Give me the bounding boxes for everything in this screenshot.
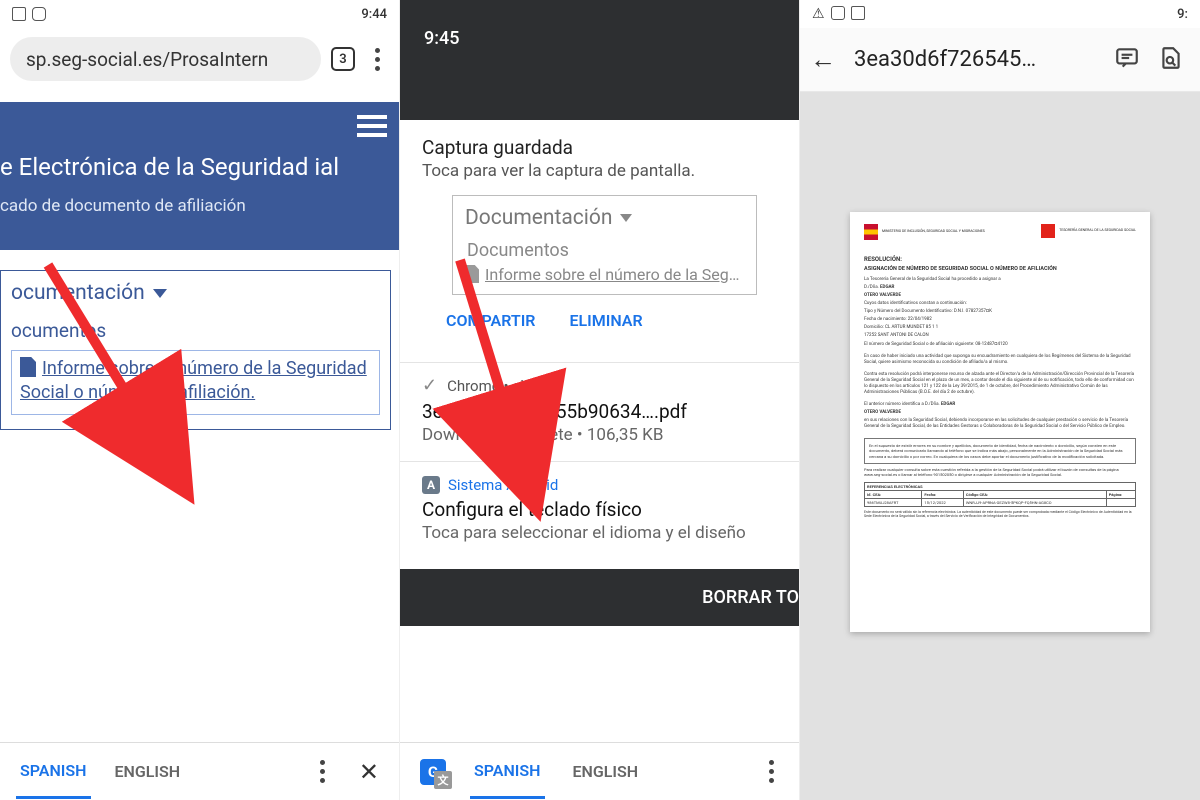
close-icon[interactable]: ✕ [355,758,383,786]
status-icon [831,6,845,20]
doc-footnote: Este documento no será válido sin la ref… [864,510,1136,519]
overflow-menu-icon[interactable] [365,48,389,71]
delete-button[interactable]: ELIMINAR [569,311,642,330]
chevron-down-icon [620,214,632,222]
document-link-box: Informe sobre el número de la Seguridad … [11,350,380,415]
doc-text: Tipo y Número del Documento Identificati… [864,309,1136,315]
url-text: sp.seg-social.es/ProsaIntern [26,48,268,71]
pdf-page: MINISTERIO DE INCLUSIÓN, SEGURIDAD SOCIA… [850,212,1150,632]
notification-text: Toca para seleccionar el idioma y el dis… [422,523,777,543]
translate-bar: G SPANISH ENGLISH [400,742,799,800]
preview-link: Informe sobre el número de la Seguridad [465,265,744,284]
preview-subheader: Documentos [467,240,744,261]
doc-text: Contra esta resolución podrá interponers… [864,372,1136,396]
preview-header: Documentación [465,206,612,230]
translate-menu-icon[interactable] [759,760,783,783]
comment-icon[interactable] [1114,45,1140,75]
hamburger-icon[interactable] [357,110,387,142]
translate-menu-icon[interactable] [311,760,335,783]
status-bar: ⚠ 9:449: [800,0,1200,28]
status-icon [12,7,26,21]
clear-all-button[interactable]: BORRAR TO [400,569,799,626]
url-bar[interactable]: sp.seg-social.es/ProsaIntern [10,37,321,81]
share-button[interactable]: COMPARTIR [446,311,535,330]
notification-list: Captura guardada Toca para ver la captur… [400,120,799,626]
doc-text: Fecha de nacimiento: 22/04/1982 [864,317,1136,323]
documentation-card: ocumentación ocumentos Informe sobre el … [0,270,391,430]
coat-of-arms-icon [864,224,878,240]
notification-shade-header: 9:45 [400,0,799,120]
status-icon [32,7,46,21]
resolution-title: ASIGNACIÓN DE NÚMERO DE SEGURIDAD SOCIAL… [864,266,1136,272]
notification-text: Toca para ver la captura de pantalla. [422,161,777,181]
translate-bar: SPANISH ENGLISH ✕ [0,742,399,800]
warning-icon: ⚠ [812,6,825,22]
checkmark-icon: ✓ [422,375,437,396]
tab-switcher[interactable]: 3 [331,47,355,71]
status-bar: 9:44 [0,0,399,28]
doc-text: 17252 SANT ANTONI DE CALON [864,333,1136,339]
download-source: Chrome • ahora [447,377,550,395]
doc-text: El número de Seguridad Social o de afili… [864,342,1136,348]
doc-text: Para realizar cualquier consulta sobre e… [864,467,1136,478]
lang-tab-spanish[interactable]: SPANISH [16,745,91,799]
download-notification[interactable]: ✓ Chrome • ahora 3ea30d6f7265455b90634….p… [400,369,799,461]
clear-all-label: BORRAR TO [702,587,799,608]
document-link[interactable]: Informe sobre el número de la Seguridad … [20,358,367,403]
doc-text: Domicilio: CL ARTUR MUNDET 85 1 1 [864,325,1136,331]
back-icon[interactable]: ← [810,47,836,73]
page-title: e Electrónica de la Seguridad ial [0,102,399,190]
find-in-page-icon[interactable] [1158,45,1184,75]
tgss-logo-icon [1041,224,1055,238]
chevron-down-icon [153,289,167,298]
divider [400,461,799,462]
screenshot-notification[interactable]: Captura guardada Toca para ver la captur… [400,120,799,362]
page-header: e Electrónica de la Seguridad ial cado d… [0,102,399,250]
doc-text: Cuyos datos identificativos constan a co… [864,301,1136,307]
notice-box: En el supuesto de existir errores en su … [864,438,1136,464]
pdf-viewport[interactable]: MINISTERIO DE INCLUSIÓN, SEGURIDAD SOCIA… [800,92,1200,800]
file-title: 3ea30d6f726545… [854,47,1096,72]
resolution-label: RESOLUCIÓN: [864,256,1136,263]
doc-text: En caso de haber iniciado una actividad … [864,354,1136,366]
system-notification[interactable]: A Sistema Android Configura el teclado fí… [400,468,799,559]
references-table: REFERENCIAS ELECTRÓNICAS Id. CEA: Fecha:… [864,482,1136,507]
divider [400,362,799,363]
lang-tab-english[interactable]: ENGLISH [569,746,643,797]
screenshot-panel-3: ⚠ 9:449: ← 3ea30d6f726545… MINISTERIO [800,0,1200,800]
download-filename: 3ea30d6f7265455b90634….pdf [422,400,777,423]
browser-toolbar: sp.seg-social.es/ProsaIntern 3 [0,28,399,90]
download-meta: Download complete • 106,35 KB [422,425,777,445]
status-icon [851,6,865,20]
clock: 9:45 [424,28,459,49]
notification-app-label: Sistema Android [448,476,558,494]
notification-title: Configura el teclado físico [422,498,777,521]
doc-text: La Tesorería General de la Seguridad Soc… [864,277,1136,283]
google-translate-icon[interactable]: G [420,759,446,785]
doc-text: en sus relaciones con la Seguridad Socia… [864,418,1136,430]
screenshot-panel-1: 9:44 sp.seg-social.es/ProsaIntern 3 e El… [0,0,400,800]
ministry-label: MINISTERIO DE INCLUSIÓN, SEGURIDAD SOCIA… [882,230,985,234]
card-header-label: ocumentación [11,281,145,305]
page-subtitle: cado de documento de afiliación [0,190,399,220]
tab-count: 3 [339,52,346,67]
android-icon: A [422,476,440,494]
screenshot-panel-2: 9:45 Captura guardada Toca para ver la c… [400,0,800,800]
screenshot-preview: Documentación Documentos Informe sobre e… [452,195,757,295]
card-header[interactable]: ocumentación [11,281,380,305]
doc-text: OTERO VALVERDE [864,293,1136,299]
lang-tab-spanish[interactable]: SPANISH [470,745,545,799]
doc-text: OTERO VALVERDE [864,410,1136,416]
doc-text: D./Dña. EDGAR [864,285,1136,291]
document-link-label: Informe sobre el número de la Seguridad … [20,358,367,403]
notification-title: Captura guardada [422,136,777,159]
doc-text: El anterior número identifica a D./Dña. … [864,402,1136,408]
card-subheader: ocumentos [11,319,380,342]
lang-tab-english[interactable]: ENGLISH [111,746,185,797]
viewer-toolbar: ← 3ea30d6f726545… [800,28,1200,92]
clock: 9:44 [361,7,387,22]
tgss-label: TESORERÍA GENERAL DE LA SEGURIDAD SOCIAL [1059,229,1136,233]
